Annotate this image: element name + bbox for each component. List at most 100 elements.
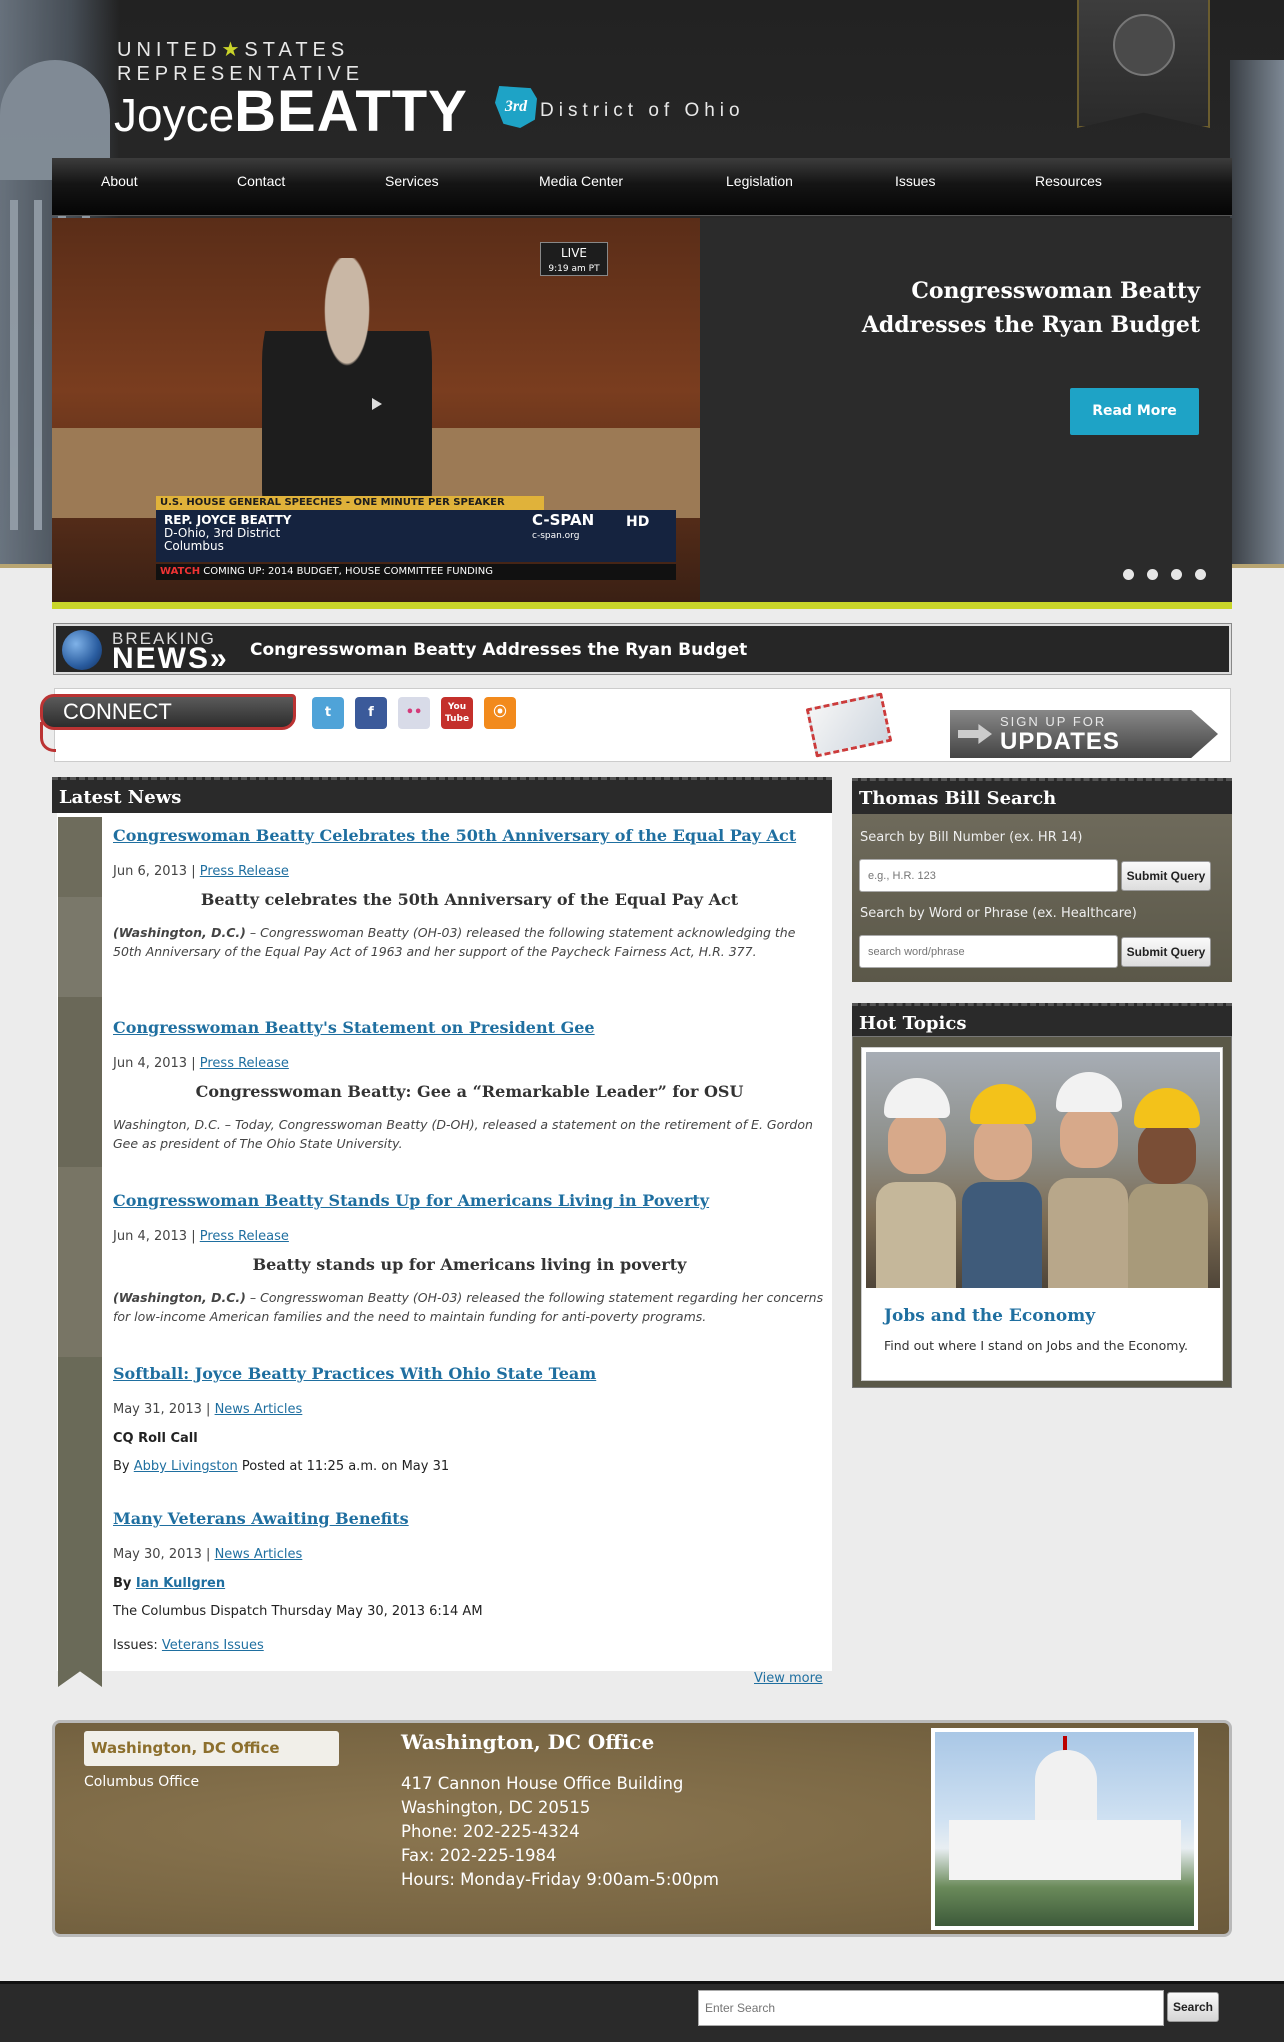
news-meta: May 30, 2013 | News Articles: [113, 1547, 303, 1562]
bill-search-box: Search by Bill Number (ex. HR 14) Submit…: [852, 814, 1232, 982]
slide-dot[interactable]: [1123, 569, 1134, 580]
category-link[interactable]: Press Release: [200, 1229, 289, 1244]
news-item: Many Veterans Awaiting Benefits May 30, …: [113, 1508, 826, 1655]
slider-dots: [1123, 569, 1206, 581]
office-city: Washington, DC 20515: [401, 1798, 591, 1817]
flickr-icon[interactable]: ••: [398, 697, 430, 729]
bill-phrase-input[interactable]: [859, 935, 1118, 968]
news-title-link[interactable]: Congresswoman Beatty Stands Up for Ameri…: [113, 1190, 826, 1212]
nav-about[interactable]: About: [101, 158, 138, 216]
nav-issues[interactable]: Issues: [895, 158, 935, 216]
play-icon: [372, 398, 382, 410]
cspan-logo: C-SPAN c-span.org: [532, 511, 595, 542]
district-label: District of Ohio: [540, 100, 745, 121]
hot-topics-box: Jobs and the Economy Find out where I st…: [852, 1036, 1232, 1388]
chyron: REP. JOYCE BEATTY D-Ohio, 3rd District C…: [156, 510, 676, 562]
news-subtitle: Beatty stands up for Americans living in…: [252, 1255, 687, 1274]
read-more-button[interactable]: Read More: [1070, 388, 1199, 435]
nav-legislation[interactable]: Legislation: [726, 158, 793, 216]
youtube-icon[interactable]: You Tube: [441, 697, 473, 729]
office-phone: Phone: 202-225-4324: [401, 1822, 580, 1841]
office-fax: Fax: 202-225-1984: [401, 1846, 557, 1865]
nav-resources[interactable]: Resources: [1035, 158, 1102, 216]
news-summary: Washington, D.C. – Today, Congresswoman …: [113, 1117, 813, 1151]
news-subtitle: Congresswoman Beatty: Gee a “Remarkable …: [195, 1082, 744, 1101]
nav-services[interactable]: Services: [385, 158, 439, 216]
tab-columbus-office[interactable]: Columbus Office: [84, 1774, 199, 1790]
ohio-district-icon: 3rd: [495, 86, 537, 128]
hero-slider: LIVE 9:19 am PT U.S. HOUSE GENERAL SPEECH…: [52, 218, 1232, 602]
category-link[interactable]: News Articles: [215, 1402, 303, 1417]
office-title: Washington, DC Office: [401, 1730, 655, 1754]
site-search-input[interactable]: [698, 1990, 1164, 2026]
rss-icon[interactable]: ⦿: [484, 697, 516, 729]
author-link[interactable]: Abby Livingston: [134, 1459, 238, 1474]
news-item: Congresswoman Beatty Stands Up for Ameri…: [113, 1190, 826, 1326]
office-hours: Hours: Monday-Friday 9:00am-5:00pm: [401, 1870, 719, 1889]
slide-video-still[interactable]: LIVE 9:19 am PT U.S. HOUSE GENERAL SPEECH…: [52, 218, 700, 602]
news-meta: Jun 6, 2013 | Press Release: [113, 864, 289, 879]
nav-contact[interactable]: Contact: [237, 158, 285, 216]
category-link[interactable]: Press Release: [200, 864, 289, 879]
breaking-headline[interactable]: Congresswoman Beatty Addresses the Ryan …: [250, 640, 747, 660]
slide-caption: Congresswoman Beatty Addresses the Ryan …: [861, 278, 1200, 338]
live-badge: LIVE 9:19 am PT: [540, 242, 608, 276]
news-summary: (Washington, D.C.) – Congresswoman Beatt…: [113, 925, 796, 959]
news-byline: By Ian Kullgren: [113, 1576, 226, 1591]
news-subtitle: Beatty celebrates the 50th Anniversary o…: [200, 890, 739, 909]
twitter-icon[interactable]: t: [312, 697, 344, 729]
slide-dot[interactable]: [1171, 569, 1182, 580]
news-byline: By Abby Livingston Posted at 11:25 a.m. …: [113, 1459, 450, 1474]
latest-news-heading: Latest News: [52, 777, 832, 813]
globe-icon: [62, 630, 102, 670]
issue-link[interactable]: Veterans Issues: [162, 1638, 264, 1653]
tab-washington-office[interactable]: Washington, DC Office: [84, 1731, 339, 1766]
news-title-link[interactable]: Congreswoman Beatty Celebrates the 50th …: [113, 825, 826, 847]
news-title-link[interactable]: Softball: Joyce Beatty Practices With Oh…: [113, 1363, 826, 1385]
news-issues: Issues: Veterans Issues: [113, 1638, 264, 1653]
hot-topic-title-link[interactable]: Jobs and the Economy: [884, 1306, 1095, 1326]
category-link[interactable]: Press Release: [200, 1056, 289, 1071]
view-more-link[interactable]: View more: [754, 1671, 823, 1686]
author-link[interactable]: Ian Kullgren: [136, 1576, 225, 1591]
speaker-figure: [262, 258, 432, 518]
connect-label: CONNECT: [40, 694, 296, 730]
hot-topics-heading: Hot Topics: [852, 1003, 1232, 1039]
star-icon: ★: [221, 39, 245, 61]
news-item: Softball: Joyce Beatty Practices With Oh…: [113, 1363, 826, 1476]
news-ribbon: [58, 817, 102, 1687]
submit-bill-number-button[interactable]: Submit Query: [1121, 861, 1211, 891]
seal-banner: [1077, 0, 1210, 128]
office-address: 417 Cannon House Office Building: [401, 1774, 684, 1793]
category-link[interactable]: News Articles: [215, 1547, 303, 1562]
capitol-photo: [931, 1728, 1198, 1930]
house-seal-icon: [1113, 14, 1175, 76]
news-title-link[interactable]: Many Veterans Awaiting Benefits: [113, 1508, 826, 1530]
news-summary: (Washington, D.C.) – Congresswoman Beatt…: [113, 1290, 824, 1324]
breaking-news-bar: BREAKING NEWS» Congresswoman Beatty Addr…: [53, 623, 1232, 675]
arch-backdrop: [1230, 60, 1284, 568]
site-search-button[interactable]: Search: [1167, 1992, 1219, 2022]
news-meta: Jun 4, 2013 | Press Release: [113, 1229, 289, 1244]
news-title-link[interactable]: Congresswoman Beatty's Statement on Pres…: [113, 1017, 826, 1039]
chyron-topline: U.S. HOUSE GENERAL SPEECHES - ONE MINUTE…: [156, 496, 544, 510]
site-logo[interactable]: JoyceBEATTY: [114, 82, 468, 157]
slide-dot[interactable]: [1195, 569, 1206, 580]
news-meta: Jun 4, 2013 | Press Release: [113, 1056, 289, 1071]
hot-topic-image[interactable]: [866, 1052, 1220, 1288]
main-nav: About Contact Services Media Center Legi…: [52, 158, 1232, 216]
news-meta: May 31, 2013 | News Articles: [113, 1402, 303, 1417]
watch-ticker: WATCH COMING UP: 2014 BUDGET, HOUSE COMM…: [156, 564, 676, 580]
news-item: Congreswoman Beatty Celebrates the 50th …: [113, 825, 826, 961]
submit-bill-phrase-button[interactable]: Submit Query: [1121, 937, 1211, 967]
slide-dot[interactable]: [1147, 569, 1158, 580]
arrow-right-icon: [958, 724, 992, 744]
nav-media-center[interactable]: Media Center: [539, 158, 623, 216]
signup-updates-button[interactable]: SIGN UP FOR UPDATES: [950, 710, 1218, 758]
news-item: Congresswoman Beatty's Statement on Pres…: [113, 1017, 826, 1153]
bill-search-heading: Thomas Bill Search: [852, 778, 1232, 814]
facebook-icon[interactable]: f: [355, 697, 387, 729]
news-source: CQ Roll Call: [113, 1431, 198, 1446]
bill-number-input[interactable]: [859, 859, 1118, 892]
news-source: The Columbus Dispatch Thursday May 30, 2…: [113, 1604, 483, 1619]
